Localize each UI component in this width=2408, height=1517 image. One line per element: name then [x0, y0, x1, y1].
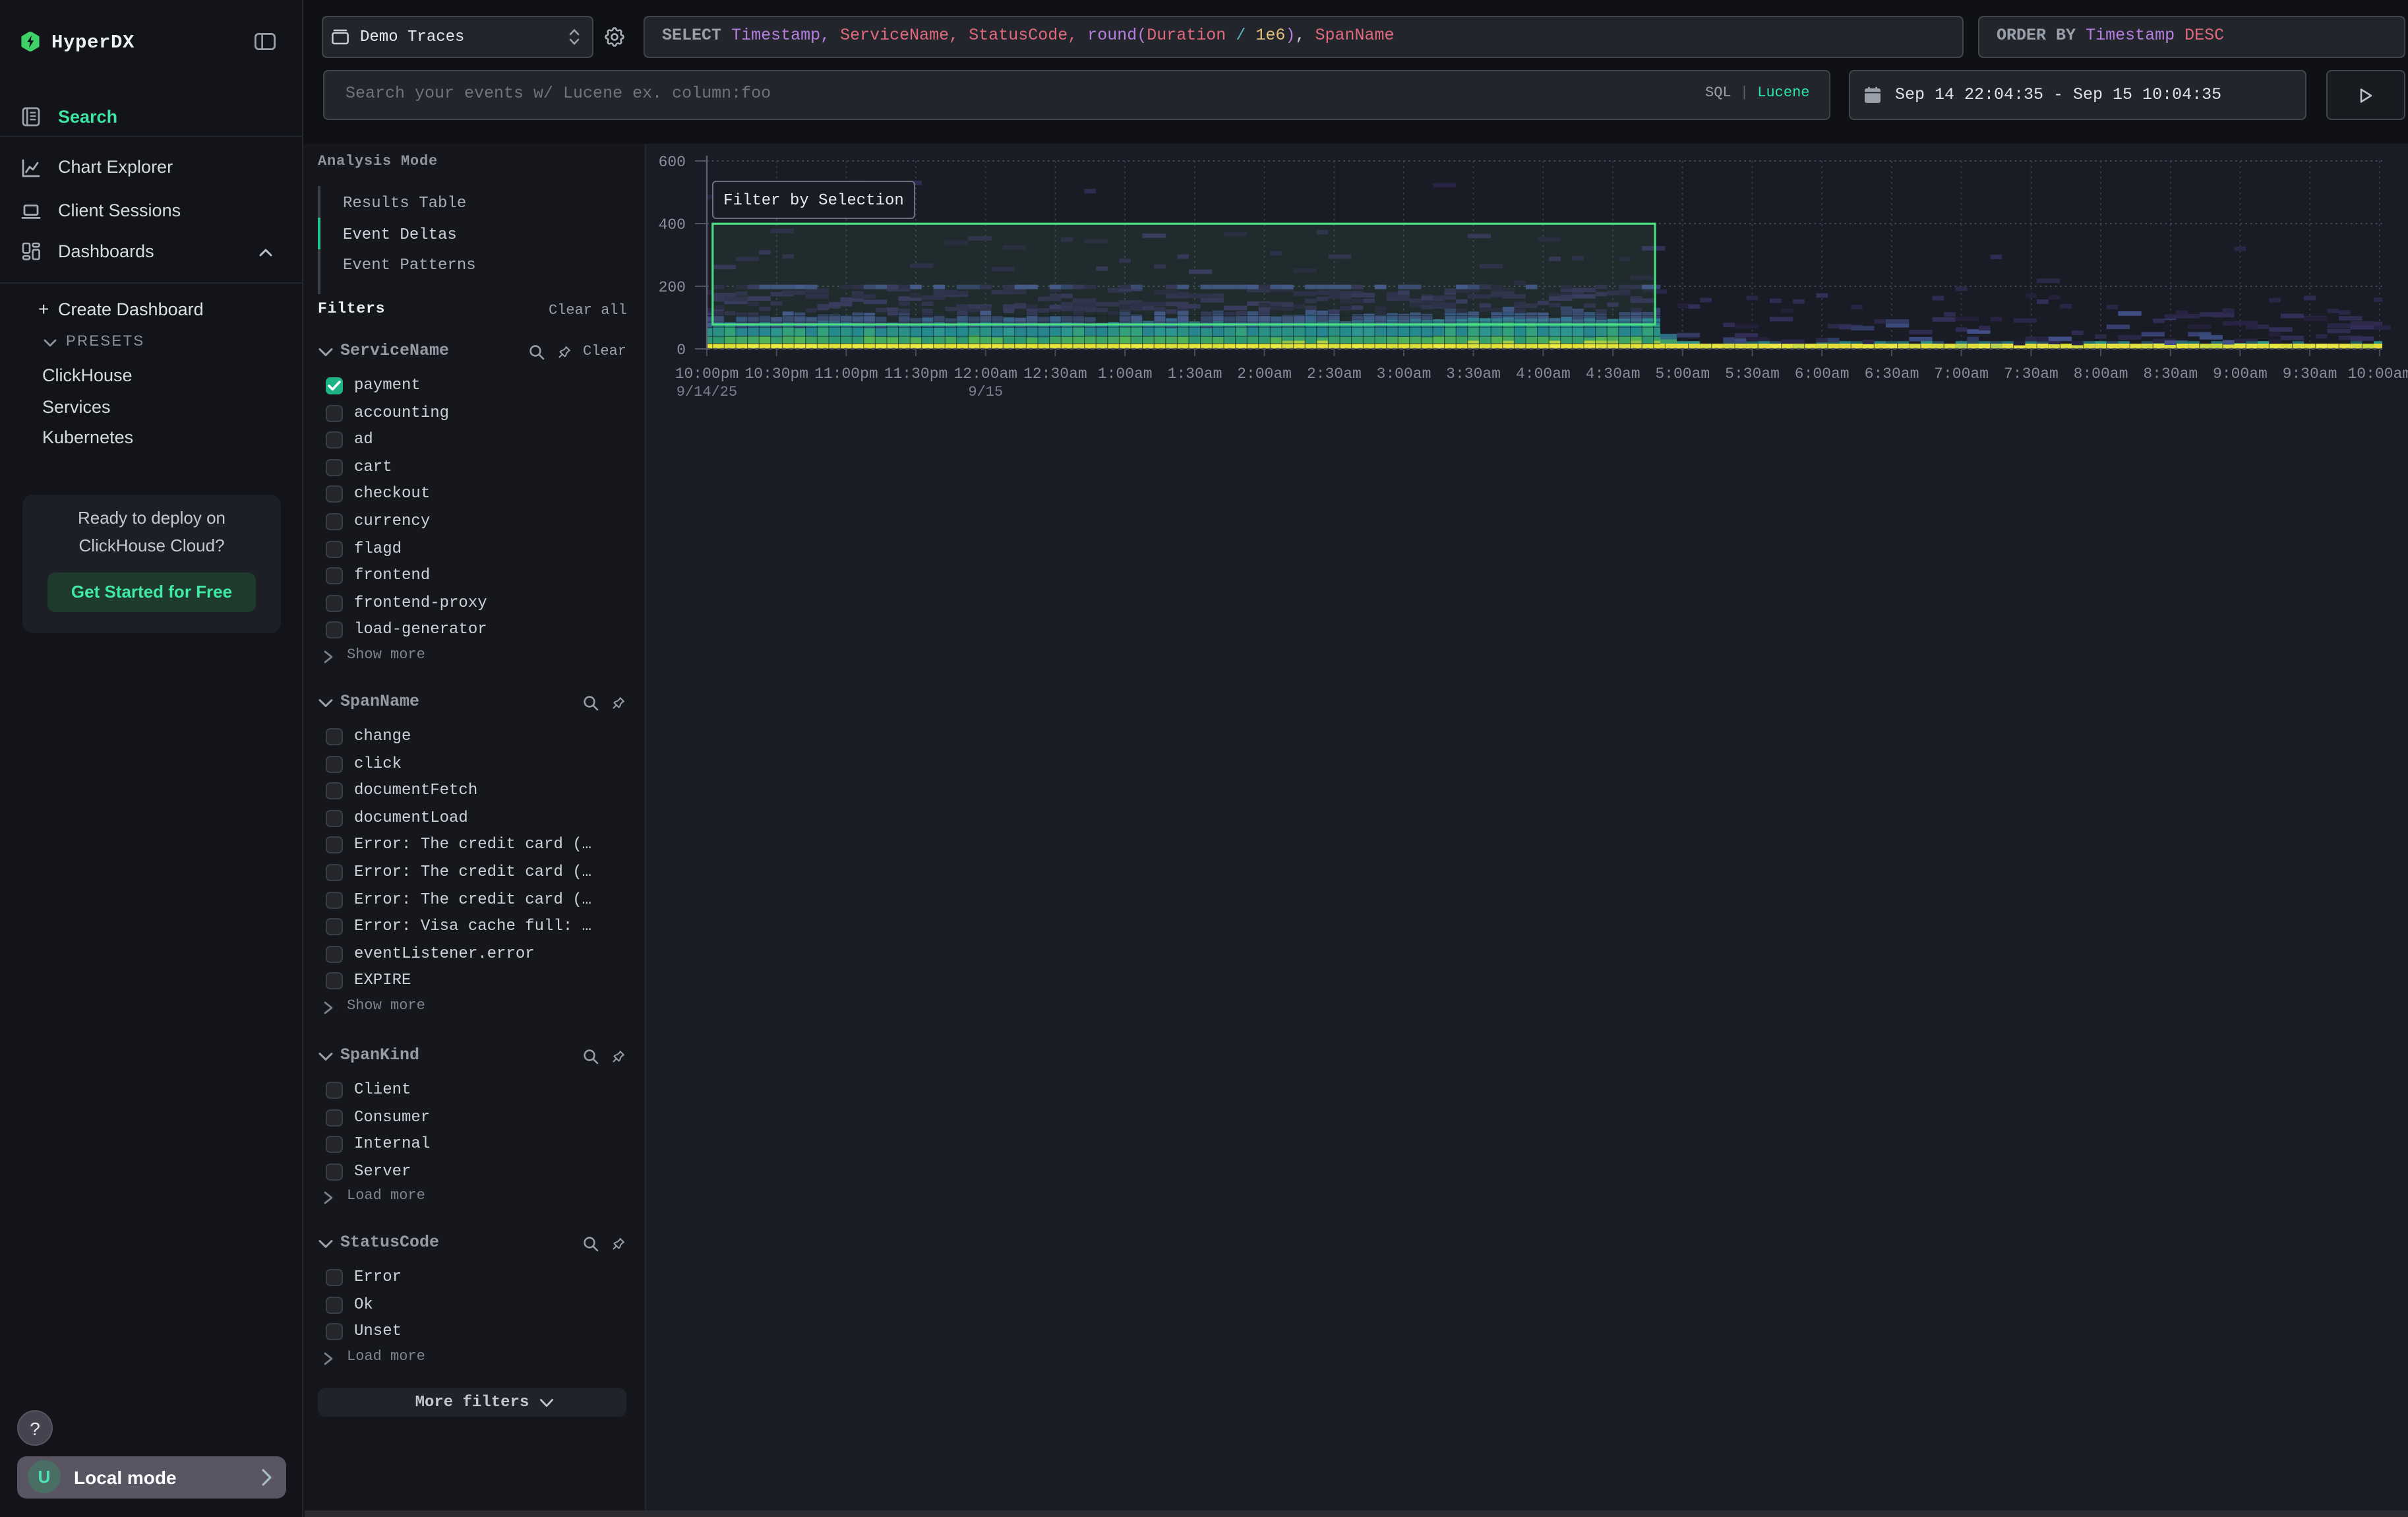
svg-text:2:30am: 2:30am — [1307, 365, 1362, 383]
svg-text:5:00am: 5:00am — [1655, 365, 1710, 383]
svg-text:11:00pm: 11:00pm — [814, 365, 878, 383]
svg-text:1:00am: 1:00am — [1098, 365, 1153, 383]
svg-text:8:30am: 8:30am — [2143, 365, 2198, 383]
svg-text:400: 400 — [659, 216, 686, 233]
svg-text:12:30am: 12:30am — [1023, 365, 1087, 383]
svg-text:200: 200 — [659, 279, 686, 296]
svg-text:10:00am: 10:00am — [2347, 365, 2408, 383]
svg-text:12:00am: 12:00am — [953, 365, 1017, 383]
svg-text:2:00am: 2:00am — [1237, 365, 1292, 383]
svg-text:6:30am: 6:30am — [1865, 365, 1919, 383]
svg-text:3:00am: 3:00am — [1377, 365, 1431, 383]
svg-text:9:30am: 9:30am — [2283, 365, 2337, 383]
svg-text:3:30am: 3:30am — [1446, 365, 1501, 383]
svg-text:0: 0 — [677, 342, 686, 359]
svg-text:4:30am: 4:30am — [1586, 365, 1640, 383]
svg-text:10:30pm: 10:30pm — [744, 365, 808, 383]
svg-text:8:00am: 8:00am — [2074, 365, 2128, 383]
svg-text:6:00am: 6:00am — [1795, 365, 1850, 383]
svg-text:1:30am: 1:30am — [1168, 365, 1222, 383]
svg-text:9/15: 9/15 — [968, 384, 1003, 400]
svg-text:4:00am: 4:00am — [1516, 365, 1571, 383]
svg-text:9/14/25: 9/14/25 — [677, 384, 737, 400]
svg-text:10:00pm: 10:00pm — [675, 365, 739, 383]
svg-text:7:00am: 7:00am — [1934, 365, 1989, 383]
svg-text:11:30pm: 11:30pm — [884, 365, 948, 383]
svg-text:9:00am: 9:00am — [2213, 365, 2268, 383]
svg-text:7:30am: 7:30am — [2004, 365, 2059, 383]
svg-text:600: 600 — [659, 154, 686, 171]
svg-text:5:30am: 5:30am — [1725, 365, 1780, 383]
